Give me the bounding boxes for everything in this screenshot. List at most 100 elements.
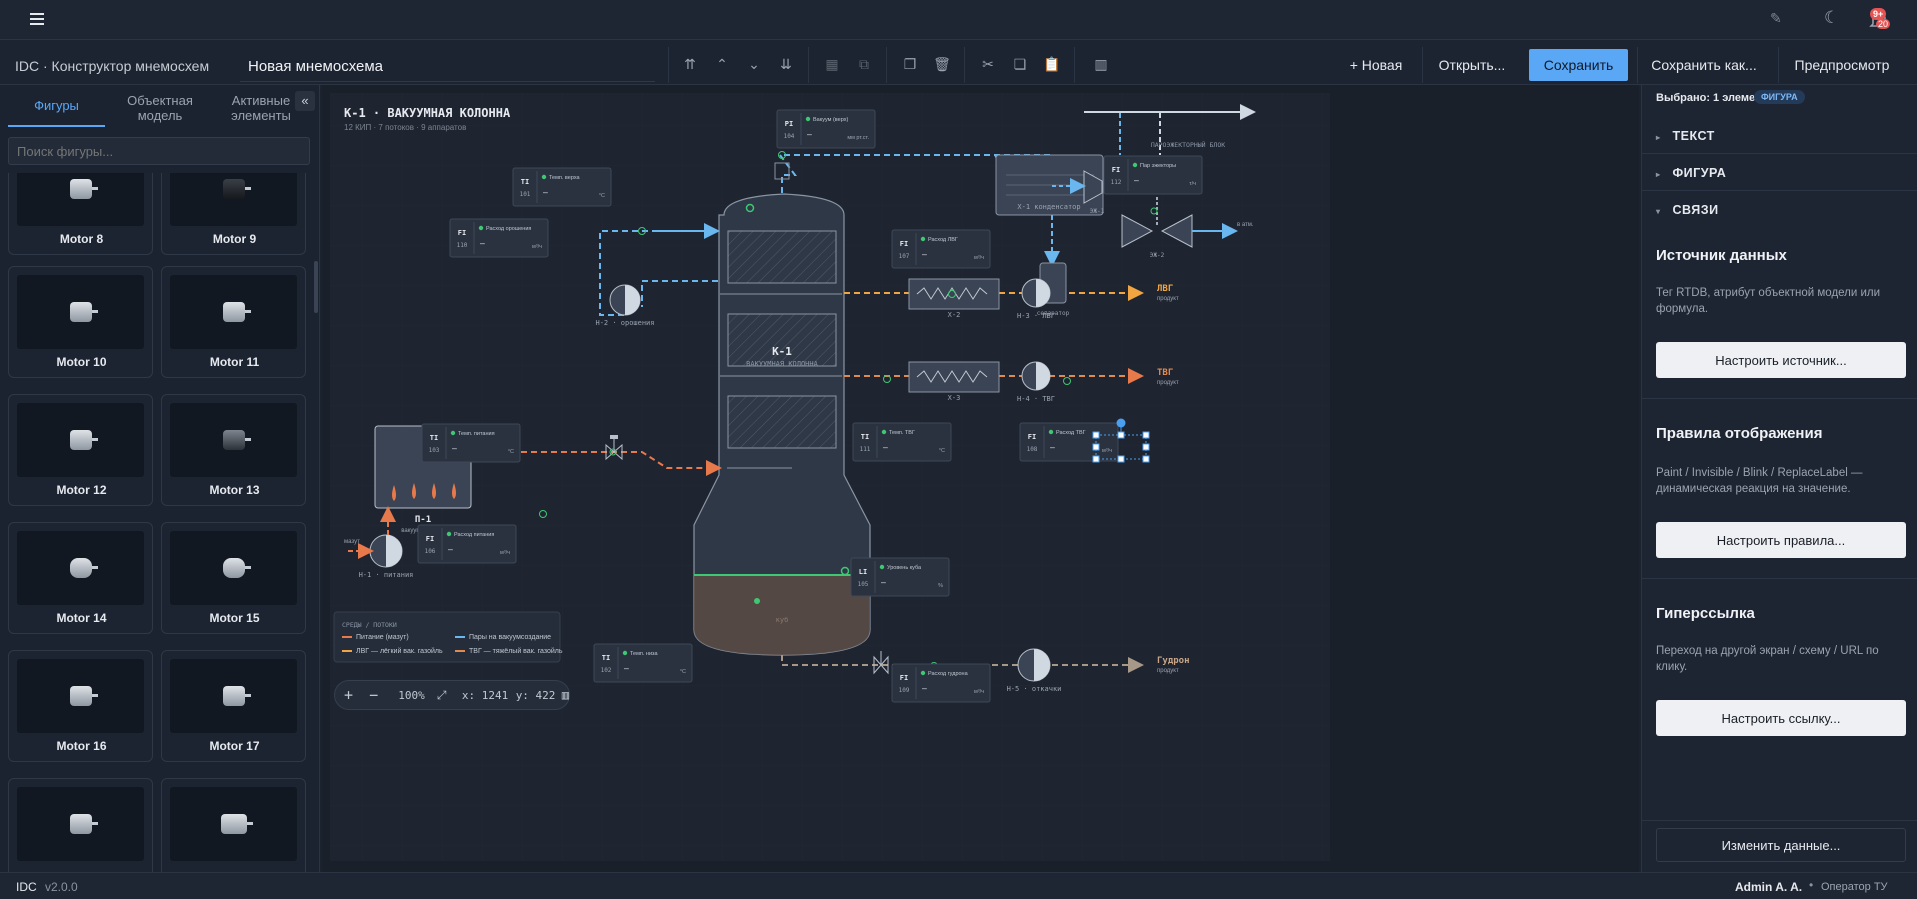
collapse-panel-button[interactable]: «	[295, 91, 315, 111]
exchanger-x3[interactable]	[908, 361, 1000, 393]
tag-number: 110	[457, 242, 468, 249]
pump-n5-label: Н-5 · откачки	[1007, 685, 1062, 693]
tag-box[interactable]: FI 106 Расход питания — м³/ч	[417, 524, 517, 564]
zoom-in-icon[interactable]: +	[344, 686, 363, 704]
shape-card[interactable]: Motor 11	[161, 266, 306, 378]
tag-unit: °C	[939, 448, 945, 454]
shape-card[interactable]: Motor 8	[8, 173, 153, 255]
tag-number: 102	[601, 667, 612, 674]
tag-type: TI	[430, 434, 438, 442]
column-name: К-1	[772, 345, 792, 358]
delete-icon[interactable]: 🗑	[930, 52, 954, 76]
tag-name: Расход орошения	[486, 226, 531, 232]
shapes-panel: Фигуры Объектная модель Активные элемент…	[0, 85, 320, 872]
shape-card[interactable]: Motor 14	[8, 522, 153, 634]
group-icon[interactable]: ▦	[820, 52, 844, 76]
shape-card[interactable]: Motor 13	[161, 394, 306, 506]
tag-box[interactable]: FI 112 Пар эжекторы — т/ч	[1103, 155, 1203, 195]
pin-icon[interactable]: ✎	[1770, 10, 1782, 27]
tag-value: —	[1050, 443, 1055, 452]
shape-card[interactable]: Motor 9	[161, 173, 306, 255]
configure-source-button[interactable]: Настроить источник...	[1656, 342, 1906, 378]
save-button[interactable]: Сохранить	[1529, 49, 1628, 81]
condenser-label: Х-1 конденсатор	[1017, 203, 1080, 211]
fit-icon[interactable]: ⤢	[437, 688, 458, 703]
tab-active-elements[interactable]: Активные элементы	[215, 93, 307, 123]
tag-number: 109	[899, 687, 910, 694]
tag-box[interactable]: TI 102 Темп. низа — °C	[593, 643, 693, 683]
tag-type: FI	[458, 229, 466, 237]
exchanger-x2[interactable]	[908, 278, 1000, 310]
tag-type: TI	[521, 178, 529, 186]
tab-shapes[interactable]: Фигуры	[8, 85, 105, 127]
tag-box[interactable]: TI 111 Темп. ТВГ — °C	[852, 422, 952, 462]
new-button[interactable]: + Новая	[1336, 49, 1416, 81]
ungroup-icon[interactable]: ⧉	[852, 52, 876, 76]
paste-icon[interactable]: 📋	[1040, 52, 1064, 76]
tag-box[interactable]: TI 101 Темп. верха — °C	[512, 167, 612, 207]
selection-badge: ФИГУРА	[1754, 90, 1805, 104]
mnemonic-diagram[interactable]: К-1 · ВАКУУМНАЯ КОЛОННА 12 КИП · 7 поток…	[322, 85, 1639, 872]
schema-name-input[interactable]: Новая мнемосхема	[240, 48, 655, 82]
shape-card[interactable]: Motor 16	[8, 650, 153, 762]
tag-box[interactable]: FI 108 Расход ТВГ — м³/ч	[1019, 422, 1119, 462]
canvas-area[interactable]: К-1 · ВАКУУМНАЯ КОЛОННА 12 КИП · 7 поток…	[322, 85, 1639, 872]
shape-card[interactable]: Motor 10	[8, 266, 153, 378]
tag-type: TI	[861, 433, 869, 441]
gudron-product: Гудрон	[1157, 656, 1190, 666]
status-dot: •	[1809, 878, 1814, 892]
tag-box[interactable]: TI 103 Темп. питания — °C	[421, 423, 521, 463]
save-as-button[interactable]: Сохранить как...	[1641, 49, 1767, 81]
change-data-button[interactable]: Изменить данные...	[1656, 828, 1906, 862]
shape-card[interactable]: Motor 17	[161, 650, 306, 762]
notifications-icon[interactable]: 9+ 20	[1868, 8, 1891, 31]
map-icon[interactable]: ▥	[1089, 52, 1113, 76]
zoom-out-icon[interactable]: −	[369, 686, 388, 704]
tag-number: 101	[520, 191, 531, 198]
shape-card[interactable]: Motor 12	[8, 394, 153, 506]
copy-icon[interactable]: ❏	[1008, 52, 1032, 76]
shape-label: Motor 9	[212, 232, 257, 246]
section-shape[interactable]: ▸ ФИГУРА	[1656, 166, 1726, 180]
duplicate-icon[interactable]: ❐	[898, 52, 922, 76]
shape-card[interactable]	[8, 778, 153, 872]
shape-card[interactable]: Motor 15	[161, 522, 306, 634]
tag-type: FI	[900, 674, 908, 682]
tag-value: —	[1134, 176, 1139, 185]
tag-number: 112	[1111, 179, 1122, 186]
tag-box[interactable]: FI 110 Расход орошения — м³/ч	[449, 218, 549, 258]
tag-number: 108	[1027, 446, 1038, 453]
preview-button[interactable]: Предпросмотр	[1784, 49, 1900, 81]
shape-card[interactable]	[161, 778, 306, 872]
menu-icon[interactable]	[30, 13, 44, 25]
status-dot	[1048, 429, 1054, 435]
minimap-icon[interactable]: ▥	[562, 688, 569, 702]
status-role: Оператор ТУ	[1821, 881, 1888, 893]
shape-label: Motor 16	[56, 739, 107, 753]
properties-panel: Выбрано: 1 элемент ФИГУРА ▸ ТЕКСТ ▸ ФИГУРА…	[1641, 85, 1917, 872]
tab-object-model[interactable]: Объектная модель	[110, 93, 210, 123]
shape-search-input[interactable]	[8, 137, 310, 165]
tag-name: Вакуум (верх)	[813, 117, 848, 123]
send-to-back-icon[interactable]: ⇊	[774, 52, 798, 76]
motor-thumbnail	[17, 403, 144, 477]
section-text[interactable]: ▸ ТЕКСТ	[1656, 129, 1715, 143]
scrollbar[interactable]	[314, 261, 318, 313]
status-dot	[805, 116, 811, 122]
tag-box[interactable]: PI 104 Вакуум (верх) — мм рт.ст.	[776, 109, 876, 149]
cut-icon[interactable]: ✂	[976, 52, 1000, 76]
configure-rules-button[interactable]: Настроить правила...	[1656, 522, 1906, 558]
tag-box[interactable]: FI 109 Расход гудрона — м³/ч	[891, 663, 991, 703]
bring-to-front-icon[interactable]: ⇈	[678, 52, 702, 76]
open-button[interactable]: Открыть...	[1428, 49, 1516, 81]
zoom-level[interactable]: 100%	[398, 689, 431, 702]
send-backward-icon[interactable]: ⌄	[742, 52, 766, 76]
packing-bed	[727, 230, 837, 284]
moon-icon[interactable]: ☾	[1824, 8, 1839, 28]
tag-name: Расход ТВГ	[1056, 430, 1086, 436]
tag-box[interactable]: FI 107 Расход ЛВГ — м³/ч	[891, 229, 991, 269]
section-links[interactable]: ▾ СВЯЗИ	[1656, 203, 1719, 217]
configure-link-button[interactable]: Настроить ссылку...	[1656, 700, 1906, 736]
bring-forward-icon[interactable]: ⌃	[710, 52, 734, 76]
tag-box[interactable]: LI 105 Уровень куба —%	[850, 557, 950, 597]
